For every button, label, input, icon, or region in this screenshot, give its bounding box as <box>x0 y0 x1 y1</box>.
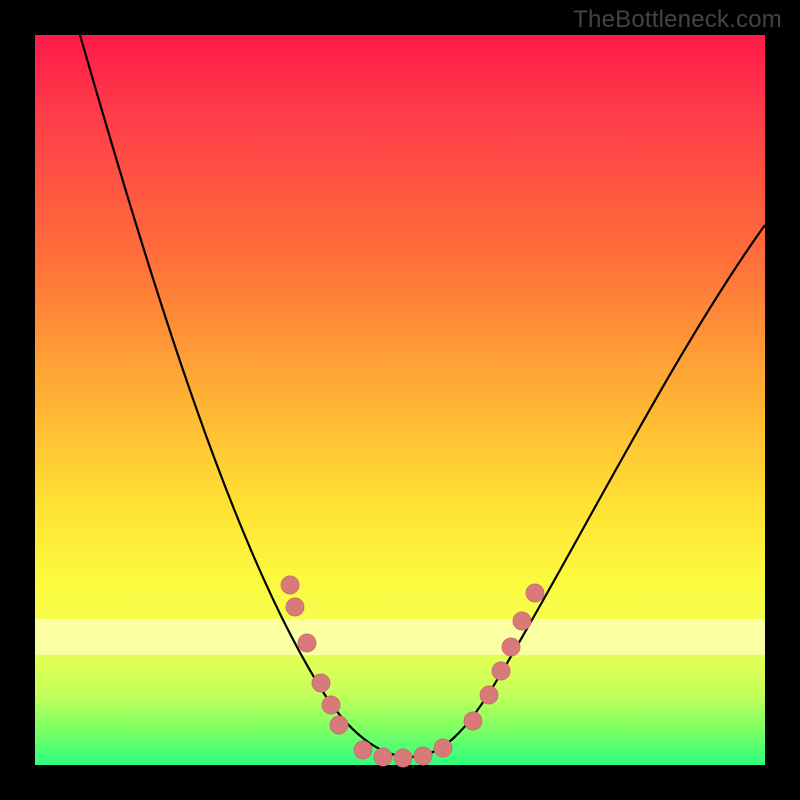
marker <box>281 576 299 594</box>
marker <box>464 712 482 730</box>
marker <box>526 584 544 602</box>
marker <box>322 696 340 714</box>
marker <box>374 748 392 766</box>
marker <box>513 612 531 630</box>
marker <box>492 662 510 680</box>
chart-frame: TheBottleneck.com <box>0 0 800 800</box>
marker <box>480 686 498 704</box>
marker <box>354 741 372 759</box>
marker <box>330 716 348 734</box>
marker <box>394 749 412 767</box>
marker <box>502 638 520 656</box>
marker <box>414 747 432 765</box>
marker <box>434 739 452 757</box>
bottleneck-curve <box>80 35 765 757</box>
marker <box>298 634 316 652</box>
marker <box>286 598 304 616</box>
chart-svg <box>35 35 765 765</box>
attribution-text: TheBottleneck.com <box>573 6 782 34</box>
marker <box>312 674 330 692</box>
